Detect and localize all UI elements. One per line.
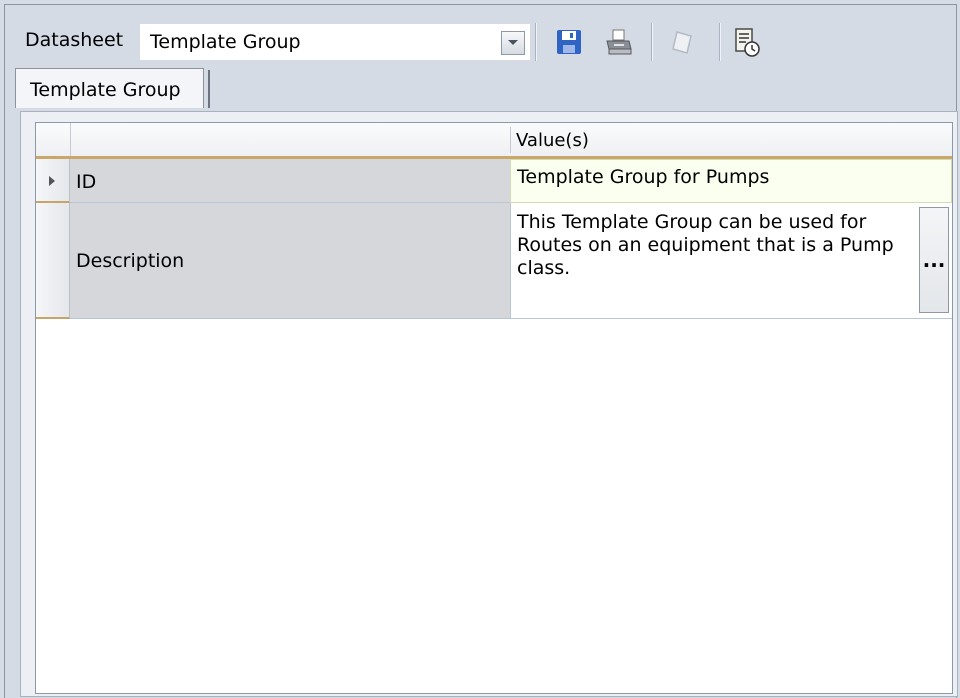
- grid-header: Value(s): [36, 123, 952, 159]
- print-icon[interactable]: [603, 25, 635, 59]
- datasheet-select-value: Template Group: [150, 31, 301, 53]
- header-divider: [70, 129, 71, 151]
- tab-label: Template Group: [30, 79, 181, 101]
- current-row-icon: [49, 176, 55, 186]
- row-name-text: ID: [76, 171, 97, 193]
- chevron-down-icon[interactable]: [501, 31, 525, 55]
- datasheet-select[interactable]: Template Group: [139, 23, 531, 61]
- description-line: This Template Group can be used for: [517, 211, 867, 233]
- description-value-cell[interactable]: This Template Group can be used for Rout…: [510, 203, 952, 319]
- tab-divider: [208, 70, 210, 108]
- schedule-icon[interactable]: [731, 25, 763, 59]
- table-row[interactable]: ID Template Group for Pumps: [36, 159, 952, 203]
- row-selector[interactable]: [36, 203, 70, 319]
- toolbar-separator: [651, 23, 652, 61]
- table-row[interactable]: Description This Template Group can be u…: [36, 203, 952, 319]
- save-icon[interactable]: [553, 25, 585, 59]
- datasheet-toolbar: Datasheet Template Group: [5, 5, 956, 65]
- datasheet-grid: Value(s) ID Template Group for Pumps Des…: [35, 122, 953, 694]
- ellipsis-button[interactable]: ...: [919, 207, 949, 313]
- tab-strip: Template Group: [15, 68, 956, 108]
- description-line: class.: [517, 257, 571, 279]
- header-divider: [510, 127, 511, 153]
- id-value-cell[interactable]: Template Group for Pumps: [510, 159, 952, 203]
- row-name-text: Description: [76, 250, 185, 272]
- row-selector[interactable]: [36, 159, 70, 203]
- tab-content: Value(s) ID Template Group for Pumps Des…: [20, 111, 958, 697]
- description-line: Routes on an equipment that is a Pump: [517, 234, 894, 256]
- clear-icon[interactable]: [667, 25, 699, 59]
- value-column-header[interactable]: Value(s): [516, 130, 589, 152]
- id-value: Template Group for Pumps: [517, 166, 770, 188]
- toolbar-separator: [719, 23, 720, 61]
- row-label: ID: [70, 159, 510, 203]
- datasheet-label: Datasheet: [25, 29, 124, 51]
- toolbar-separator: [535, 23, 536, 61]
- row-label: Description: [70, 203, 510, 319]
- tab-template-group[interactable]: Template Group: [15, 68, 204, 108]
- header-row-selector: [36, 123, 71, 156]
- datasheet-window: Datasheet Template Group Template Group …: [4, 4, 958, 698]
